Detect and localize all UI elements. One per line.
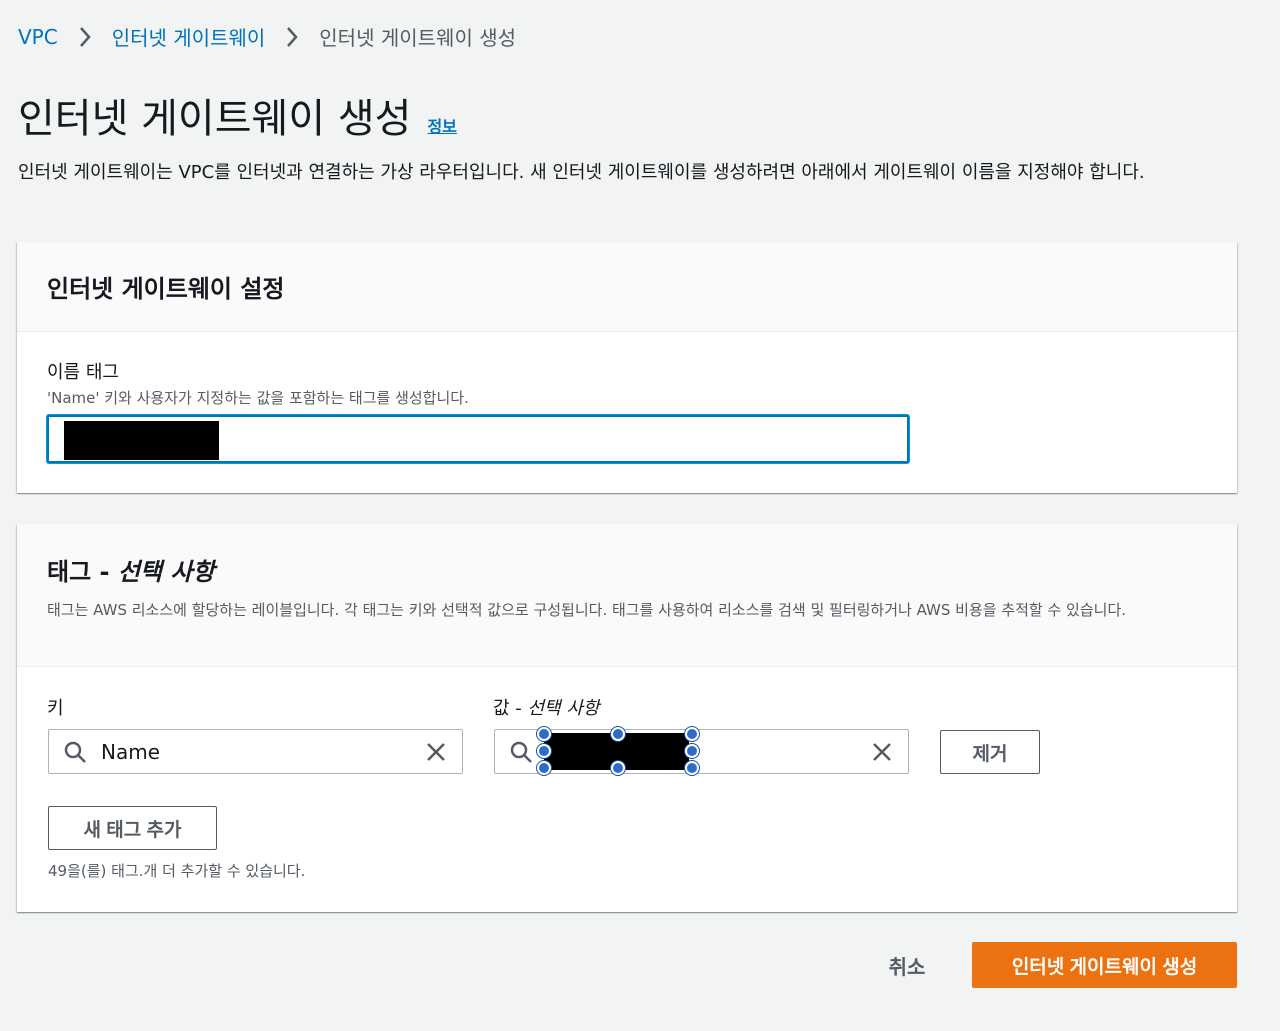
panel-title-optional: 선택 사항 — [117, 558, 215, 586]
key-label: 키 — [47, 698, 64, 719]
add-tag-button[interactable]: 새 태그 추가 — [48, 806, 217, 850]
tag-value-input[interactable] — [494, 727, 909, 775]
name-tag-input[interactable] — [47, 415, 909, 463]
chevron-right-icon — [285, 26, 299, 48]
redacted-value — [64, 421, 219, 460]
name-tag-description: 'Name' 키와 사용자가 지정하는 값을 포함하는 태그를 생성합니다. — [47, 389, 469, 407]
resize-handle[interactable] — [537, 727, 551, 741]
panel-title-main: 태그 - — [47, 558, 118, 586]
resize-handle[interactable] — [611, 727, 625, 741]
value-label-main: 값 - — [493, 698, 528, 719]
breadcrumb-current: 인터넷 게이트웨이 생성 — [319, 26, 516, 50]
breadcrumb-internet-gateways[interactable]: 인터넷 게이트웨이 — [112, 22, 266, 51]
create-gateway-button[interactable]: 인터넷 게이트웨이 생성 — [972, 942, 1237, 988]
resize-handle[interactable] — [611, 761, 625, 775]
tag-key-value: Name — [101, 740, 161, 764]
panel-header: 태그 - 선택 사항 태그는 AWS 리소스에 할당하는 레이블입니다. 각 태… — [17, 524, 1237, 667]
panel-header: 인터넷 게이트웨이 설정 — [17, 242, 1237, 332]
breadcrumb-vpc[interactable]: VPC — [18, 25, 58, 49]
tags-panel: 태그 - 선택 사항 태그는 AWS 리소스에 할당하는 레이블입니다. 각 태… — [17, 524, 1237, 912]
tag-key-input[interactable]: Name — [48, 729, 463, 774]
page-title-text: 인터넷 게이트웨이 생성 — [18, 96, 412, 142]
page-title: 인터넷 게이트웨이 생성 정보 — [18, 86, 457, 144]
close-icon[interactable] — [424, 740, 448, 764]
tags-description: 태그는 AWS 리소스에 할당하는 레이블입니다. 각 태그는 키와 선택적 값… — [47, 601, 1127, 619]
page-description: 인터넷 게이트웨이는 VPC를 인터넷과 연결하는 가상 라우터입니다. 새 인… — [18, 162, 1145, 183]
value-label: 값 - 선택 사항 — [493, 694, 599, 720]
cancel-button[interactable]: 취소 — [880, 950, 934, 980]
close-icon[interactable] — [870, 740, 894, 764]
search-icon — [510, 741, 532, 763]
gateway-settings-panel: 인터넷 게이트웨이 설정 이름 태그 'Name' 키와 사용자가 지정하는 값… — [17, 242, 1237, 493]
panel-title: 태그 - 선택 사항 — [47, 552, 1207, 587]
name-tag-label: 이름 태그 — [47, 362, 119, 383]
resize-handle[interactable] — [685, 761, 699, 775]
remove-tag-button[interactable]: 제거 — [940, 730, 1040, 774]
resize-handle[interactable] — [537, 761, 551, 775]
breadcrumb: VPC 인터넷 게이트웨이 인터넷 게이트웨이 생성 — [18, 22, 516, 51]
resize-handle[interactable] — [537, 744, 551, 758]
remaining-tags-hint: 49을(를) 태그.개 더 추가할 수 있습니다. — [48, 862, 306, 880]
info-link[interactable]: 정보 — [427, 113, 456, 137]
search-icon — [64, 741, 86, 763]
resize-handle[interactable] — [685, 727, 699, 741]
panel-title: 인터넷 게이트웨이 설정 — [47, 275, 285, 303]
value-label-optional: 선택 사항 — [527, 698, 600, 719]
chevron-right-icon — [78, 26, 92, 48]
resize-handle[interactable] — [685, 744, 699, 758]
